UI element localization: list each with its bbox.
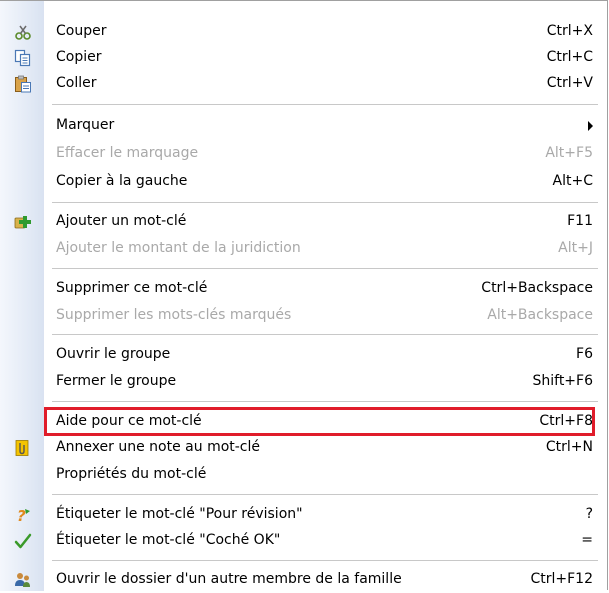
menu-item-shortcut: Ctrl+N <box>545 439 593 455</box>
menu-item-coller[interactable]: Coller Ctrl+V <box>0 71 607 97</box>
menu-item-supprimer-ce-mot-cle[interactable]: Supprimer ce mot-clé Ctrl+Backspace <box>0 276 607 302</box>
family-members-icon <box>15 573 30 587</box>
menu-item-fermer-le-groupe[interactable]: Fermer le groupe Shift+F6 <box>0 369 607 395</box>
menu-item-supprimer-les-mots-cles-marques[interactable]: Supprimer les mots-clés marqués Alt+Back… <box>0 303 607 329</box>
menu-separator <box>52 401 598 402</box>
menu-item-label: Ajouter un mot-clé <box>56 213 187 229</box>
menu-item-shortcut: Ctrl+C <box>546 49 593 65</box>
copy-icon <box>14 49 31 67</box>
menu-item-shortcut: Alt+F5 <box>545 145 593 161</box>
menu-item-shortcut: Ctrl+F12 <box>530 571 593 587</box>
menu-item-copier[interactable]: Copier Ctrl+C <box>0 45 607 71</box>
menu-separator <box>52 268 598 269</box>
menu-item-label: Propriétés du mot-clé <box>56 466 207 482</box>
menu-item-copier-a-la-gauche[interactable]: Copier à la gauche Alt+C <box>0 169 607 195</box>
context-menu: Couper Ctrl+X Copier Ctrl+C Coller Ctrl+… <box>0 0 608 593</box>
review-flag-icon: ? <box>17 507 30 524</box>
menu-separator <box>52 334 598 335</box>
menu-item-label: Étiqueter le mot-clé "Coché OK" <box>56 532 281 548</box>
menu-item-label: Supprimer ce mot-clé <box>56 280 208 296</box>
menu-item-shortcut: F11 <box>567 213 593 229</box>
menu-item-marquer[interactable]: Marquer <box>0 113 607 139</box>
menu-separator <box>52 560 598 561</box>
menu-item-ouvrir-le-groupe[interactable]: Ouvrir le groupe F6 <box>0 342 607 368</box>
menu-item-shortcut: Alt+J <box>558 240 593 256</box>
paperclip-note-icon <box>15 440 29 456</box>
menu-item-shortcut: ? <box>585 506 593 522</box>
menu-item-effacer-le-marquage[interactable]: Effacer le marquage Alt+F5 <box>0 141 607 167</box>
menu-item-annexer-une-note[interactable]: Annexer une note au mot-clé Ctrl+N <box>0 435 607 461</box>
menu-item-proprietes-du-mot-cle[interactable]: Propriétés du mot-clé <box>0 462 607 488</box>
menu-item-label: Marquer <box>56 117 115 133</box>
submenu-arrow-icon <box>588 121 593 131</box>
paste-icon <box>15 75 31 93</box>
menu-item-etiqueter-pour-revision[interactable]: ? Étiqueter le mot-clé "Pour révision" ? <box>0 502 607 528</box>
menu-item-label: Ouvrir le dossier d'un autre membre de l… <box>56 571 402 587</box>
menu-item-label: Effacer le marquage <box>56 145 199 161</box>
menu-item-label: Ajouter le montant de la juridiction <box>56 240 301 256</box>
menu-item-couper[interactable]: Couper Ctrl+X <box>0 19 607 45</box>
menu-item-label: Ouvrir le groupe <box>56 346 171 362</box>
menu-item-label: Couper <box>56 23 107 39</box>
menu-item-label: Fermer le groupe <box>56 373 177 389</box>
menu-item-label: Annexer une note au mot-clé <box>56 439 261 455</box>
menu-item-shortcut: Shift+F6 <box>532 373 593 389</box>
menu-item-label: Copier <box>56 49 102 65</box>
menu-item-ouvrir-dossier-autre-membre[interactable]: Ouvrir le dossier d'un autre membre de l… <box>0 567 607 593</box>
menu-item-shortcut: = <box>581 532 593 548</box>
menu-item-ajouter-un-mot-cle[interactable]: Ajouter un mot-clé F11 <box>0 209 607 235</box>
scissors-icon <box>15 25 31 40</box>
menu-separator <box>52 104 598 105</box>
menu-item-shortcut: Ctrl+X <box>546 23 593 39</box>
highlight-box <box>44 407 595 436</box>
menu-item-label: Supprimer les mots-clés marqués <box>56 307 292 323</box>
menu-item-shortcut: F6 <box>576 346 593 362</box>
checkmark-icon <box>14 533 32 549</box>
menu-item-shortcut: Alt+C <box>552 173 593 189</box>
menu-separator <box>52 202 598 203</box>
menu-item-label: Étiqueter le mot-clé "Pour révision" <box>56 506 303 522</box>
menu-item-shortcut: Ctrl+Backspace <box>481 280 593 296</box>
menu-item-label: Coller <box>56 75 97 91</box>
menu-separator <box>52 494 598 495</box>
add-keyword-icon <box>14 216 31 229</box>
menu-item-etiqueter-coche-ok[interactable]: Étiqueter le mot-clé "Coché OK" = <box>0 528 607 554</box>
menu-item-shortcut: Ctrl+V <box>546 75 593 91</box>
menu-item-label: Copier à la gauche <box>56 173 188 189</box>
svg-text:?: ? <box>17 507 26 524</box>
menu-item-ajouter-le-montant-de-la-juridiction[interactable]: Ajouter le montant de la juridiction Alt… <box>0 236 607 262</box>
menu-item-shortcut: Alt+Backspace <box>487 307 593 323</box>
